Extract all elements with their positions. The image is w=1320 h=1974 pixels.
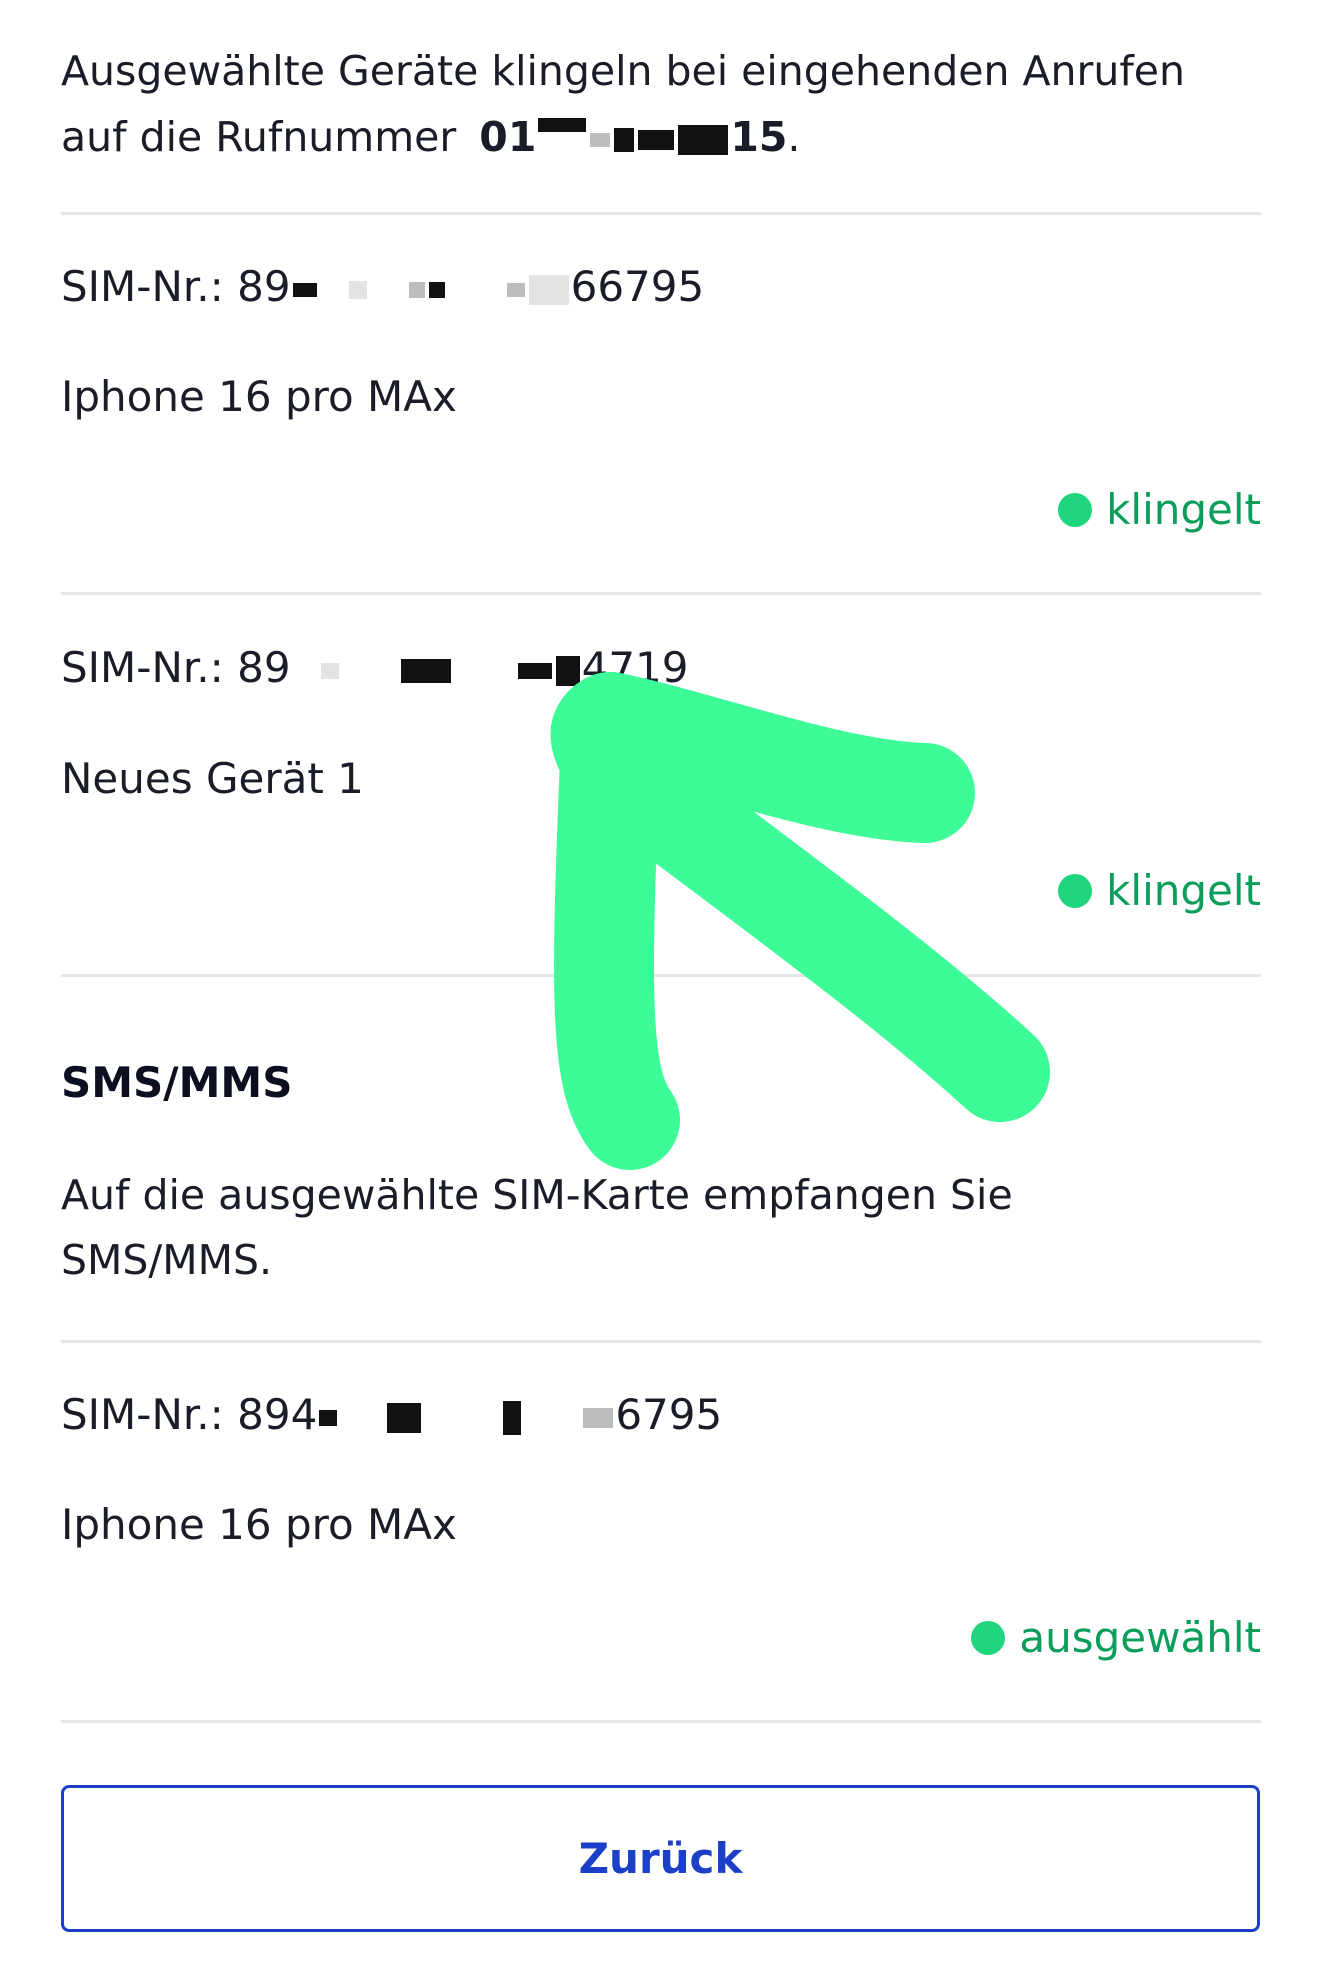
redaction-block [320, 662, 339, 679]
sim-number-2: SIM-Nr.: 89 4719 [61, 643, 688, 692]
redaction-block [517, 662, 552, 679]
redaction-block [408, 281, 425, 298]
sms-section-text: Auf die ausgewählte SIM-Karte empfangen … [61, 1171, 1013, 1284]
status-dot-icon [971, 1620, 1006, 1655]
redaction-block [319, 1409, 338, 1426]
divider [61, 974, 1261, 977]
redaction-block [503, 1400, 522, 1435]
sim-label: SIM-Nr.: [61, 1390, 224, 1439]
redaction-block [590, 133, 611, 147]
sim-prefix: 894 [237, 1390, 318, 1439]
sim-suffix: 6795 [615, 1390, 723, 1439]
call-intro-text: Ausgewählte Geräte klingeln bei eingehen… [61, 38, 1261, 170]
arrow-shaft [550, 672, 680, 1170]
sim-prefix: 89 [237, 643, 291, 692]
status-label: klingelt [1106, 485, 1261, 534]
sim-suffix: 66795 [570, 262, 705, 311]
redaction-block [614, 128, 635, 152]
device-name-sms: Iphone 16 pro MAx [61, 1500, 457, 1549]
phone-number: 01 15 [479, 113, 787, 161]
redaction-block [428, 281, 445, 298]
status-dot-icon [1058, 492, 1093, 527]
redaction-block [400, 658, 451, 683]
phone-number-prefix: 01 [479, 113, 537, 161]
status-label: ausgewählt [1019, 1613, 1261, 1662]
back-button[interactable]: Zurück [61, 1785, 1260, 1932]
redaction-block [555, 655, 580, 686]
redaction-block [506, 282, 525, 297]
phone-number-end: . [787, 113, 801, 161]
sim-number-1: SIM-Nr.: 89 66795 [61, 262, 704, 311]
sim-label: SIM-Nr.: [61, 643, 224, 692]
status-badge-1: klingelt [1058, 485, 1261, 534]
divider [61, 592, 1261, 595]
redaction-block [348, 280, 367, 299]
redaction-block [528, 274, 569, 305]
status-badge-sms: ausgewählt [971, 1613, 1261, 1662]
redaction-block [638, 130, 675, 150]
redaction-block [387, 1402, 422, 1433]
arrow-diagonal [565, 720, 1050, 1122]
redaction-block [538, 118, 587, 132]
sim-number-sms: SIM-Nr.: 894 6795 [61, 1390, 722, 1439]
redaction-block [583, 1407, 614, 1428]
sim-suffix: 4719 [581, 643, 689, 692]
status-badge-2: klingelt [1058, 866, 1261, 915]
redaction-block [678, 125, 729, 155]
sms-section-title: SMS/MMS [61, 1058, 293, 1107]
divider [61, 1720, 1261, 1723]
divider [61, 1340, 1261, 1343]
arrow-head-right [560, 672, 975, 843]
status-dot-icon [1058, 873, 1093, 908]
device-name-2: Neues Gerät 1 [61, 754, 364, 803]
sim-prefix: 89 [237, 262, 291, 311]
redaction-block [292, 282, 317, 297]
divider [61, 212, 1261, 215]
device-name-1: Iphone 16 pro MAx [61, 372, 457, 421]
phone-number-suffix: 15 [730, 113, 788, 161]
sim-label: SIM-Nr.: [61, 262, 224, 311]
status-label: klingelt [1106, 866, 1261, 915]
